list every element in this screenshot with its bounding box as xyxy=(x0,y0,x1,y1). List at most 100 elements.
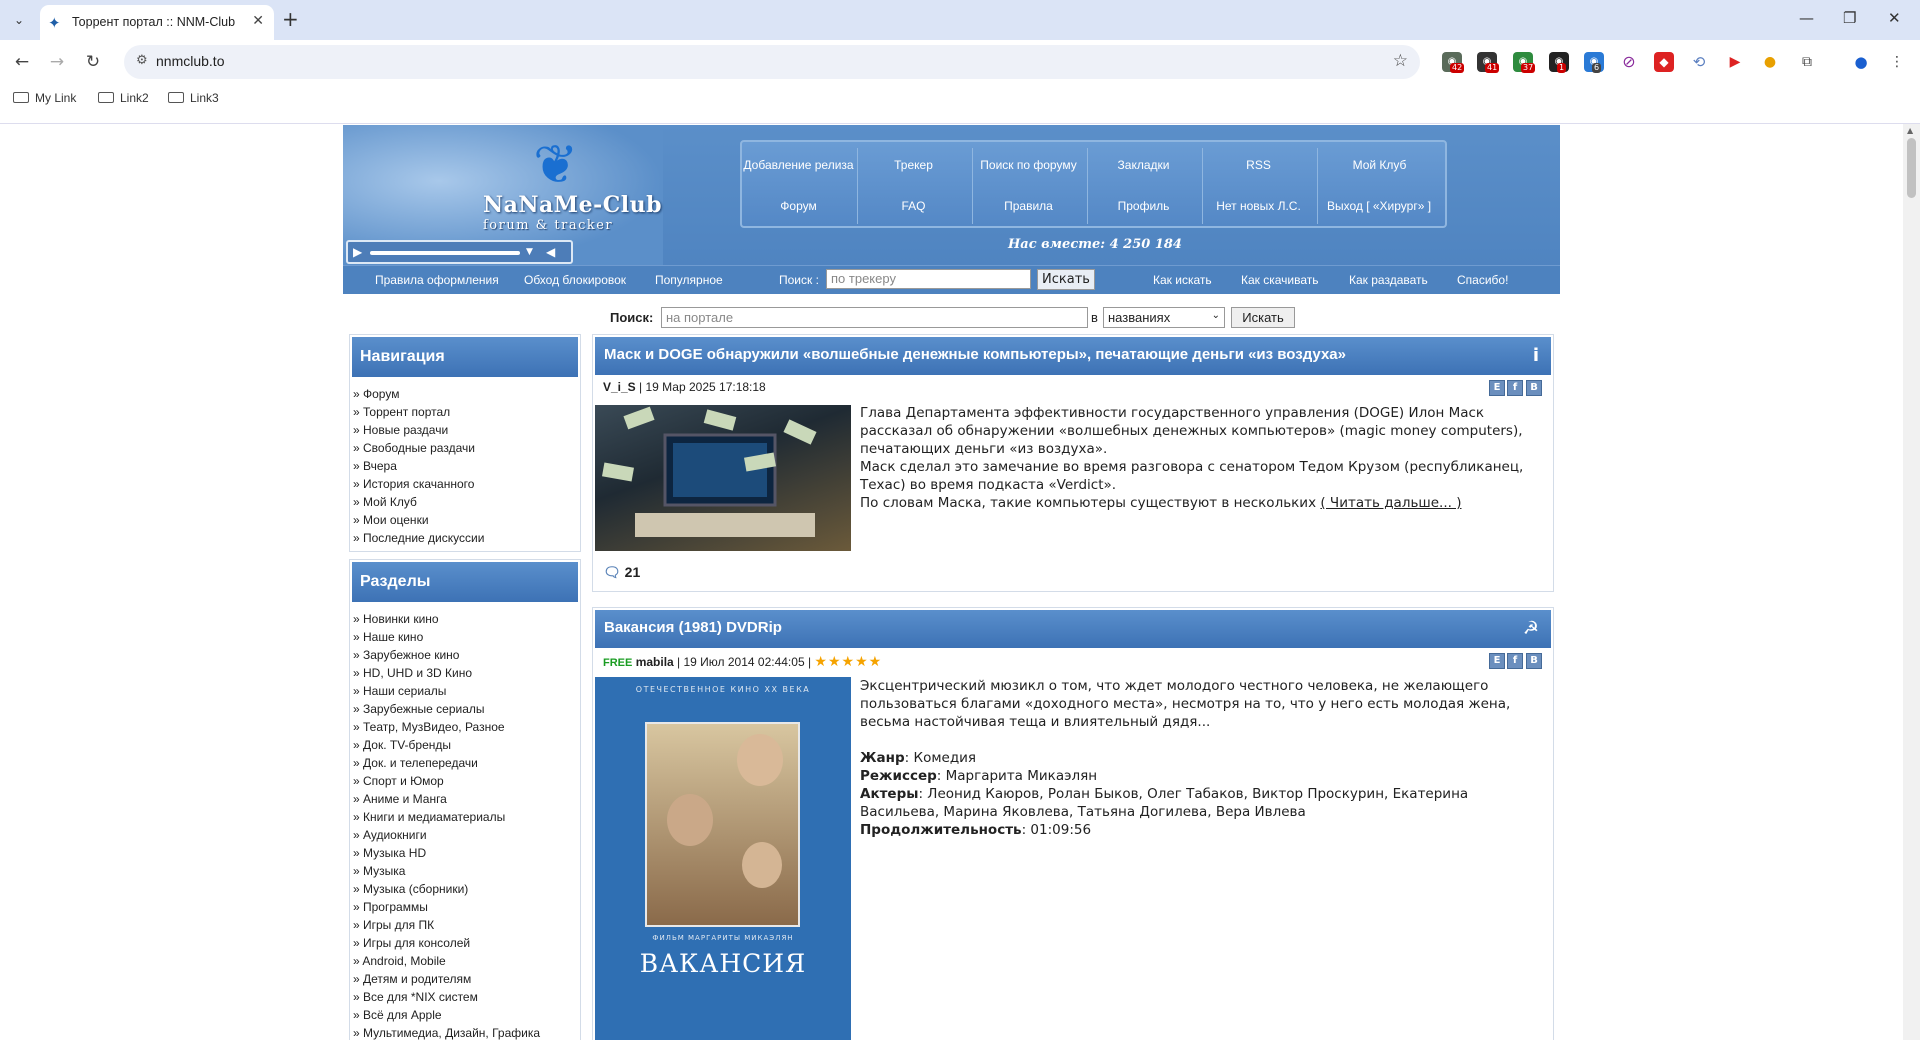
nav-link[interactable]: » Мои оценки xyxy=(353,511,577,529)
section-link[interactable]: » Наши сериалы xyxy=(353,682,577,700)
link-bypass-blocks[interactable]: Обход блокировок xyxy=(524,273,626,287)
article-image[interactable] xyxy=(595,405,851,551)
url-text[interactable]: nnmclub.to xyxy=(156,53,224,69)
player-dropdown-icon[interactable]: ▼ xyxy=(526,247,533,257)
address-bar[interactable]: ⚙ nnmclub.to ☆ xyxy=(124,45,1420,79)
menu-logout[interactable]: Выход [ «Хирург» ] xyxy=(1314,186,1444,226)
shield-icon[interactable]: ◆ xyxy=(1654,52,1674,72)
section-link[interactable]: » Всё для Apple xyxy=(353,1006,577,1024)
portal-search-scope-select[interactable]: названиях ⌄ xyxy=(1103,307,1225,328)
section-link[interactable]: » Все для *NIX систем xyxy=(353,988,577,1006)
share-vk-icon[interactable]: B xyxy=(1526,653,1542,669)
section-link[interactable]: » Музыка (сборники) xyxy=(353,880,577,898)
section-link[interactable]: » Док. TV-бренды xyxy=(353,736,577,754)
section-link[interactable]: » Аниме и Манга xyxy=(353,790,577,808)
tracker-search-button[interactable]: Искать xyxy=(1037,269,1095,290)
portal-search-button[interactable]: Искать xyxy=(1231,307,1295,328)
menu-add-release[interactable]: Добавление релиза xyxy=(742,145,855,185)
extensions-puzzle-icon[interactable]: ⧉ xyxy=(1797,52,1817,72)
play-icon[interactable]: ▶ xyxy=(353,245,362,259)
active-tab[interactable]: ✦ Торрент портал :: NNM-Club ✕ xyxy=(40,5,274,40)
nav-link[interactable]: » Вчера xyxy=(353,457,577,475)
link-design-rules[interactable]: Правила оформления xyxy=(375,273,499,287)
bookmark-my-link[interactable]: My Link xyxy=(13,91,76,105)
minimize-icon[interactable]: — xyxy=(1799,9,1814,27)
release-title[interactable]: Вакансия (1981) DVDRip xyxy=(595,610,1551,648)
video-icon[interactable]: ▶ xyxy=(1725,52,1745,72)
bookmark-link2[interactable]: Link2 xyxy=(98,91,149,105)
nav-link[interactable]: » Форум xyxy=(353,385,577,403)
section-link[interactable]: » Детям и родителям xyxy=(353,970,577,988)
info-icon[interactable]: i xyxy=(1533,345,1539,366)
menu-forum[interactable]: Форум xyxy=(742,186,855,226)
section-link[interactable]: » Новинки кино xyxy=(353,610,577,628)
share-vk-icon[interactable]: B xyxy=(1526,380,1542,396)
profile-avatar-icon[interactable]: ● xyxy=(1851,52,1871,72)
nav-link[interactable]: » Свободные раздачи xyxy=(353,439,577,457)
extension-5-icon[interactable]: ◉ 6 xyxy=(1584,52,1604,73)
section-link[interactable]: » Игры для консолей xyxy=(353,934,577,952)
nav-link[interactable]: » Новые раздачи xyxy=(353,421,577,439)
share-icon[interactable]: ⟲ xyxy=(1689,52,1709,72)
menu-rules[interactable]: Правила xyxy=(972,186,1085,226)
volume-icon[interactable]: ◀ xyxy=(546,245,555,259)
article-title[interactable]: Маск и DOGE обнаружили «волшебные денежн… xyxy=(595,337,1551,375)
read-more-link[interactable]: ( Читать дальше... ) xyxy=(1320,495,1461,511)
close-window-icon[interactable]: ✕ xyxy=(1888,9,1901,27)
reload-icon[interactable]: ↻ xyxy=(81,50,105,74)
comments-count[interactable]: 🗨 21 xyxy=(603,564,640,581)
nav-link[interactable]: » Последние дискуссии xyxy=(353,529,577,547)
tracker-search-input[interactable]: по трекеру xyxy=(826,269,1031,289)
menu-bookmarks[interactable]: Закладки xyxy=(1087,145,1200,185)
link-how-to-download[interactable]: Как скачивать xyxy=(1241,273,1319,287)
menu-faq[interactable]: FAQ xyxy=(857,186,970,226)
share-facebook-icon[interactable]: f xyxy=(1507,380,1523,396)
section-link[interactable]: » Книги и медиаматериалы xyxy=(353,808,577,826)
tab-search-button[interactable]: ⌄ xyxy=(8,9,30,31)
link-how-to-search[interactable]: Как искать xyxy=(1153,273,1212,287)
section-link[interactable]: » Наше кино xyxy=(353,628,577,646)
nav-link[interactable]: » Мой Клуб xyxy=(353,493,577,511)
menu-rss[interactable]: RSS xyxy=(1202,145,1315,185)
section-link[interactable]: » Музыка HD xyxy=(353,844,577,862)
section-link[interactable]: » Спорт и Юмор xyxy=(353,772,577,790)
link-thanks[interactable]: Спасибо! xyxy=(1457,273,1508,287)
share-text-icon[interactable]: E xyxy=(1489,653,1505,669)
new-tab-button[interactable]: + xyxy=(282,8,299,30)
share-facebook-icon[interactable]: f xyxy=(1507,653,1523,669)
section-link[interactable]: » HD, UHD и 3D Кино xyxy=(353,664,577,682)
link-popular[interactable]: Популярное xyxy=(655,273,723,287)
audio-player[interactable]: ▶ ▼ ◀ xyxy=(346,240,573,264)
extension-1-icon[interactable]: ◉ 42 xyxy=(1442,52,1465,73)
rating-stars[interactable]: ★★★★★ xyxy=(814,653,882,669)
browser-menu-icon[interactable]: ⋮ xyxy=(1887,52,1907,72)
share-text-icon[interactable]: E xyxy=(1489,380,1505,396)
article-author[interactable]: V_i_S xyxy=(603,380,636,394)
poster-image[interactable]: ОТЕЧЕСТВЕННОЕ КИНО XX ВЕКА ФИЛЬМ МАРГАРИ… xyxy=(595,677,851,1040)
restore-icon[interactable]: ❐ xyxy=(1843,9,1856,27)
section-link[interactable]: » Док. и телепередачи xyxy=(353,754,577,772)
scroll-up-icon[interactable]: ▲ xyxy=(1907,126,1913,135)
menu-forum-search[interactable]: Поиск по форуму xyxy=(972,145,1085,185)
nav-link[interactable]: » Торрент портал xyxy=(353,403,577,421)
link-how-to-seed[interactable]: Как раздавать xyxy=(1349,273,1428,287)
forward-icon[interactable]: → xyxy=(45,50,69,74)
section-link[interactable]: » Зарубежное кино xyxy=(353,646,577,664)
portal-search-input[interactable]: на портале xyxy=(661,307,1088,328)
player-progress[interactable] xyxy=(370,251,520,255)
section-link[interactable]: » Игры для ПК xyxy=(353,916,577,934)
block-icon[interactable]: ⊘ xyxy=(1619,52,1639,72)
section-link[interactable]: » Программы xyxy=(353,898,577,916)
back-icon[interactable]: ← xyxy=(10,50,34,74)
section-link[interactable]: » Android, Mobile xyxy=(353,952,577,970)
bookmark-star-icon[interactable]: ☆ xyxy=(1393,51,1408,71)
section-link[interactable]: » Зарубежные сериалы xyxy=(353,700,577,718)
menu-private-messages[interactable]: Нет новых Л.С. xyxy=(1202,186,1315,226)
section-link[interactable]: » Мультимедиа, Дизайн, Графика xyxy=(353,1024,577,1040)
extension-2-icon[interactable]: ◉ 41 xyxy=(1477,52,1500,73)
menu-profile[interactable]: Профиль xyxy=(1087,186,1200,226)
menu-my-club[interactable]: Мой Клуб xyxy=(1317,145,1442,185)
section-link[interactable]: » Аудиокниги xyxy=(353,826,577,844)
bookmark-link3[interactable]: Link3 xyxy=(168,91,219,105)
release-author[interactable]: mabila xyxy=(636,655,674,669)
